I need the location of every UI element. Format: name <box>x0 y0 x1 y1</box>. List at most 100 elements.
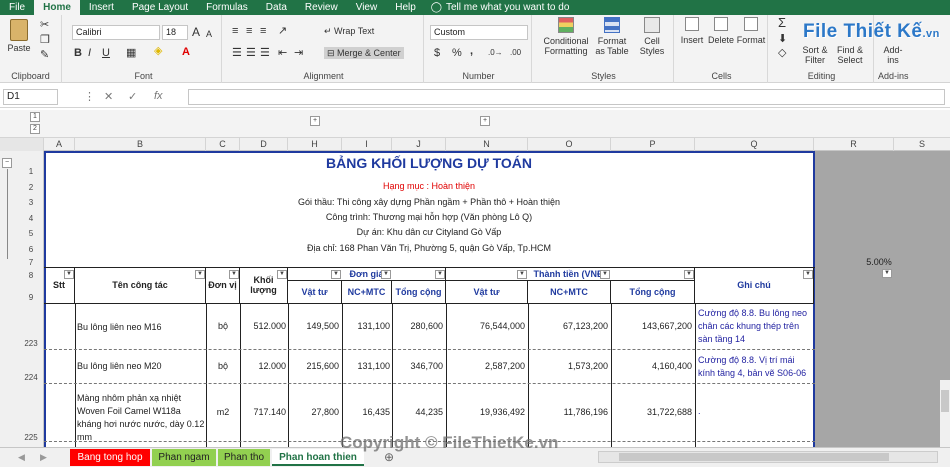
format-cells-button[interactable]: Format <box>736 17 766 45</box>
col-header-c[interactable]: C <box>206 138 240 151</box>
filter-dropdown-i[interactable]: ▼ <box>381 270 391 279</box>
expand-columns-klm-button[interactable]: + <box>480 116 490 126</box>
col-header-p[interactable]: P <box>611 138 695 151</box>
tab-data[interactable]: Data <box>257 0 296 15</box>
filter-dropdown-d[interactable]: ▼ <box>277 270 287 279</box>
col-header-j[interactable]: J <box>392 138 446 151</box>
grow-font-button[interactable]: A <box>192 26 200 38</box>
enter-icon[interactable]: ✓ <box>128 90 137 103</box>
filter-dropdown-j[interactable]: ▼ <box>435 270 445 279</box>
horizontal-scrollbar[interactable] <box>598 451 938 463</box>
row-header-2[interactable]: 2 <box>18 183 44 192</box>
fill-icon[interactable]: ⬇ <box>778 33 787 45</box>
increase-decimal-icon[interactable]: .0→ <box>488 47 503 59</box>
filter-dropdown-c[interactable]: ▼ <box>229 270 239 279</box>
row-header-4[interactable]: 4 <box>18 214 44 223</box>
tab-insert[interactable]: Insert <box>80 0 123 15</box>
italic-button[interactable]: I <box>88 47 91 59</box>
orientation-icon[interactable]: ↗ <box>278 25 287 37</box>
col-header-o[interactable]: O <box>528 138 611 151</box>
align-center-icon[interactable]: ☰ <box>246 47 256 59</box>
filter-dropdown-q[interactable]: ▼ <box>803 270 813 279</box>
col-outline-level-1[interactable]: 1 <box>30 112 40 122</box>
currency-button[interactable]: $ <box>434 47 440 59</box>
col-header-n[interactable]: N <box>446 138 528 151</box>
align-right-icon[interactable]: ☰ <box>260 47 270 59</box>
tab-page-layout[interactable]: Page Layout <box>123 0 197 15</box>
collapse-rows-button[interactable]: − <box>2 158 12 168</box>
tab-view[interactable]: View <box>347 0 387 15</box>
row-header-225[interactable]: 225 <box>18 433 44 442</box>
shrink-font-button[interactable]: A <box>206 28 212 40</box>
col-outline-level-2[interactable]: 2 <box>30 124 40 134</box>
filter-dropdown-a[interactable]: ▼ <box>64 270 74 279</box>
sheet-tab-phan-tho[interactable]: Phan tho <box>218 449 270 466</box>
sheet-tab-bang-tong-hop[interactable]: Bang tong hop <box>70 449 150 466</box>
more-icon[interactable]: ⋮ <box>84 90 95 103</box>
format-as-table-button[interactable]: Format as Table <box>592 17 632 56</box>
wrap-text-button[interactable]: ↵ Wrap Text <box>324 26 374 36</box>
formula-input[interactable] <box>188 89 945 105</box>
copy-icon[interactable]: ❐ <box>40 34 50 46</box>
row-header-8[interactable]: 8 <box>18 271 44 280</box>
tab-file[interactable]: File <box>0 0 34 15</box>
tab-review[interactable]: Review <box>296 0 347 15</box>
font-color-icon[interactable]: A <box>182 46 190 58</box>
row-header-6[interactable]: 6 <box>18 245 44 254</box>
col-header-b[interactable]: B <box>75 138 206 151</box>
expand-columns-efg-button[interactable]: + <box>310 116 320 126</box>
cut-icon[interactable]: ✂ <box>40 19 49 31</box>
conditional-formatting-button[interactable]: Conditional Formatting <box>538 17 594 56</box>
borders-icon[interactable]: ▦ <box>126 47 136 59</box>
find-select-button[interactable]: Find & Select <box>832 45 868 65</box>
sort-filter-button[interactable]: Sort & Filter <box>798 45 832 65</box>
col-header-q[interactable]: Q <box>695 138 814 151</box>
align-middle-icon[interactable]: ≡ <box>246 25 252 37</box>
col-header-i[interactable]: I <box>342 138 392 151</box>
col-header-d[interactable]: D <box>240 138 288 151</box>
format-painter-icon[interactable]: ✎ <box>40 49 49 61</box>
filter-dropdown-o[interactable]: ▼ <box>600 270 610 279</box>
font-name-select[interactable]: Calibri <box>72 25 160 40</box>
autosum-icon[interactable]: Σ <box>778 16 786 29</box>
delete-cells-button[interactable]: Delete <box>706 17 736 45</box>
row-header-9[interactable]: 9 <box>18 293 44 302</box>
horizontal-scroll-thumb[interactable] <box>619 453 889 461</box>
addins-button[interactable]: Add-ins <box>878 45 908 65</box>
filter-dropdown-b[interactable]: ▼ <box>195 270 205 279</box>
filter-dropdown-p[interactable]: ▼ <box>684 270 694 279</box>
row-header-223[interactable]: 223 <box>18 339 44 348</box>
row-header-3[interactable]: 3 <box>18 198 44 207</box>
clear-icon[interactable]: ◇ <box>778 47 786 59</box>
col-header-r[interactable]: R <box>814 138 894 151</box>
col-header-s[interactable]: S <box>894 138 950 151</box>
tell-me-search[interactable]: ◯ Tell me what you want to do <box>431 2 570 13</box>
insert-cells-button[interactable]: Insert <box>678 17 706 45</box>
tab-home[interactable]: Home <box>34 0 80 15</box>
row-header-224[interactable]: 224 <box>18 373 44 382</box>
col-header-a[interactable]: A <box>44 138 75 151</box>
percent-button[interactable]: % <box>452 47 462 59</box>
paste-button[interactable]: Paste <box>6 19 32 53</box>
worksheet-grid[interactable]: BẢNG KHỐI LƯỢNG DỰ TOÁN Hạng mục : Hoàn … <box>44 151 950 447</box>
bold-button[interactable]: B <box>74 47 82 59</box>
select-all-corner[interactable] <box>0 138 44 151</box>
prev-sheet-icon[interactable]: ◀ <box>18 451 25 463</box>
next-sheet-icon[interactable]: ▶ <box>40 451 47 463</box>
col-header-h[interactable]: H <box>288 138 342 151</box>
cell-styles-button[interactable]: Cell Styles <box>632 17 672 56</box>
align-bottom-icon[interactable]: ≡ <box>260 25 266 37</box>
underline-button[interactable]: U <box>102 47 110 59</box>
insert-function-button[interactable]: fx <box>154 90 163 102</box>
tab-formulas[interactable]: Formulas <box>197 0 257 15</box>
comma-button[interactable]: , <box>470 45 473 57</box>
vertical-scroll-thumb[interactable] <box>941 390 949 412</box>
fill-color-icon[interactable]: ◈ <box>154 45 162 57</box>
cancel-icon[interactable]: ✕ <box>104 90 113 103</box>
decrease-indent-icon[interactable]: ⇤ <box>278 47 287 59</box>
align-left-icon[interactable]: ☰ <box>232 47 242 59</box>
font-size-select[interactable]: 18 <box>162 25 188 40</box>
row-header-5[interactable]: 5 <box>18 229 44 238</box>
filter-dropdown-r[interactable]: ▼ <box>882 269 892 278</box>
merge-center-button[interactable]: ⊟ Merge & Center <box>324 47 404 59</box>
